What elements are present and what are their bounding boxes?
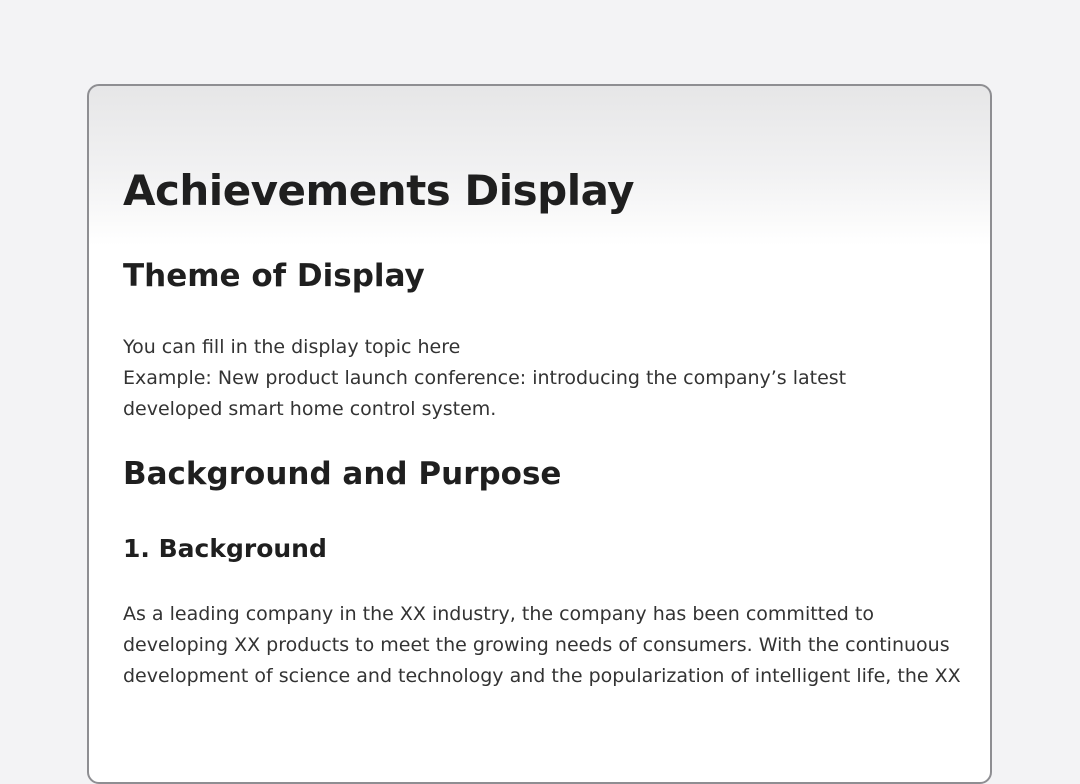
background-subheading: 1. Background [123,534,327,563]
theme-line: developed smart home control system. [123,398,497,420]
background-paragraph: As a leading company in the XX industry,… [123,603,961,687]
document-card: Achievements Display Theme of Display Yo… [87,84,992,784]
theme-line: You can fill in the display topic here [123,336,461,358]
background-purpose-heading: Background and Purpose [123,456,562,492]
page-title: Achievements Display [123,166,635,215]
theme-line: Example: New product launch conference: … [123,367,847,389]
theme-heading: Theme of Display [123,258,425,294]
theme-paragraph: You can fill in the display topic here E… [123,332,883,425]
